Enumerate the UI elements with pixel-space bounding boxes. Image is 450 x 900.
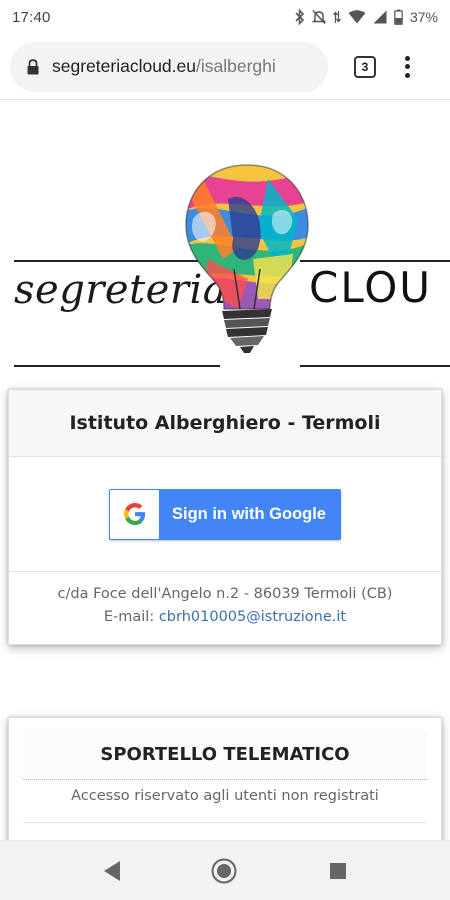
google-logo-container [110,489,159,539]
url-path: /isalberghi [195,56,276,76]
address-bar[interactable]: segreteriacloud.eu/isalberghi [10,41,328,92]
recents-icon [330,863,346,879]
notifications-off-icon [311,9,326,25]
status-time: 17:40 [12,8,51,26]
back-icon [104,861,120,881]
logo-rule [14,365,220,367]
home-button[interactable] [211,858,237,884]
divider [23,822,427,823]
system-navigation-bar [0,840,450,900]
menu-dot [404,64,410,69]
logo-brand-text: CLOU [309,263,433,312]
google-sign-in-label: Sign in with Google [172,504,326,523]
browser-toolbar: segreteriacloud.eu/isalberghi 3 [0,34,450,100]
overflow-menu-button[interactable] [402,55,412,78]
email-line: E-mail: cbrh010005@istruzione.it [9,606,441,629]
segreteria-cloud-logo: segreteria CLOU [0,159,450,367]
google-sign-in-button[interactable]: Sign in with Google [109,488,341,540]
menu-dot [404,72,410,78]
signal-icon [373,10,387,24]
url-domain: segreteriacloud.eu [52,56,196,76]
home-icon [211,858,237,884]
tab-switcher-button[interactable]: 3 [354,55,376,78]
google-g-icon [123,503,145,525]
sportello-title: SPORTELLO TELEMATICO [23,730,427,780]
recents-button[interactable] [325,858,351,884]
login-card: Istituto Alberghiero - Termoli Sign in w… [8,389,442,645]
menu-dot [404,55,410,61]
status-bar: 17:40 37% [0,0,450,34]
email-link[interactable]: cbrh010005@istruzione.it [159,609,346,625]
back-button[interactable] [99,858,125,884]
lock-icon [27,58,39,74]
web-page: segreteria CLOU Istituto Alberghiero - T… [0,101,450,840]
institute-title: Istituto Alberghiero - Termoli [9,390,441,457]
login-card-body: Sign in with Google [9,457,441,572]
sportello-subtitle: Accesso riservato agli utenti non regist… [71,788,379,804]
sportello-card: SPORTELLO TELEMATICO Accesso riservato a… [8,717,442,840]
email-label: E-mail: [103,609,155,625]
status-icons: 37% [295,9,438,25]
lightbulb-icon [185,164,309,353]
contact-info: c/da Foce dell'Angelo n.2 - 86039 Termol… [9,572,441,629]
bluetooth-icon [295,9,305,25]
url-text: segreteriacloud.eu/isalberghi [52,56,276,77]
battery-icon [394,9,403,25]
data-arrows-icon [332,11,341,23]
logo-rule [300,365,450,367]
logo-rule [300,260,450,262]
battery-percentage: 37% [409,9,438,25]
address-text: c/da Foce dell'Angelo n.2 - 86039 Termol… [57,586,393,602]
wifi-icon [348,10,366,24]
